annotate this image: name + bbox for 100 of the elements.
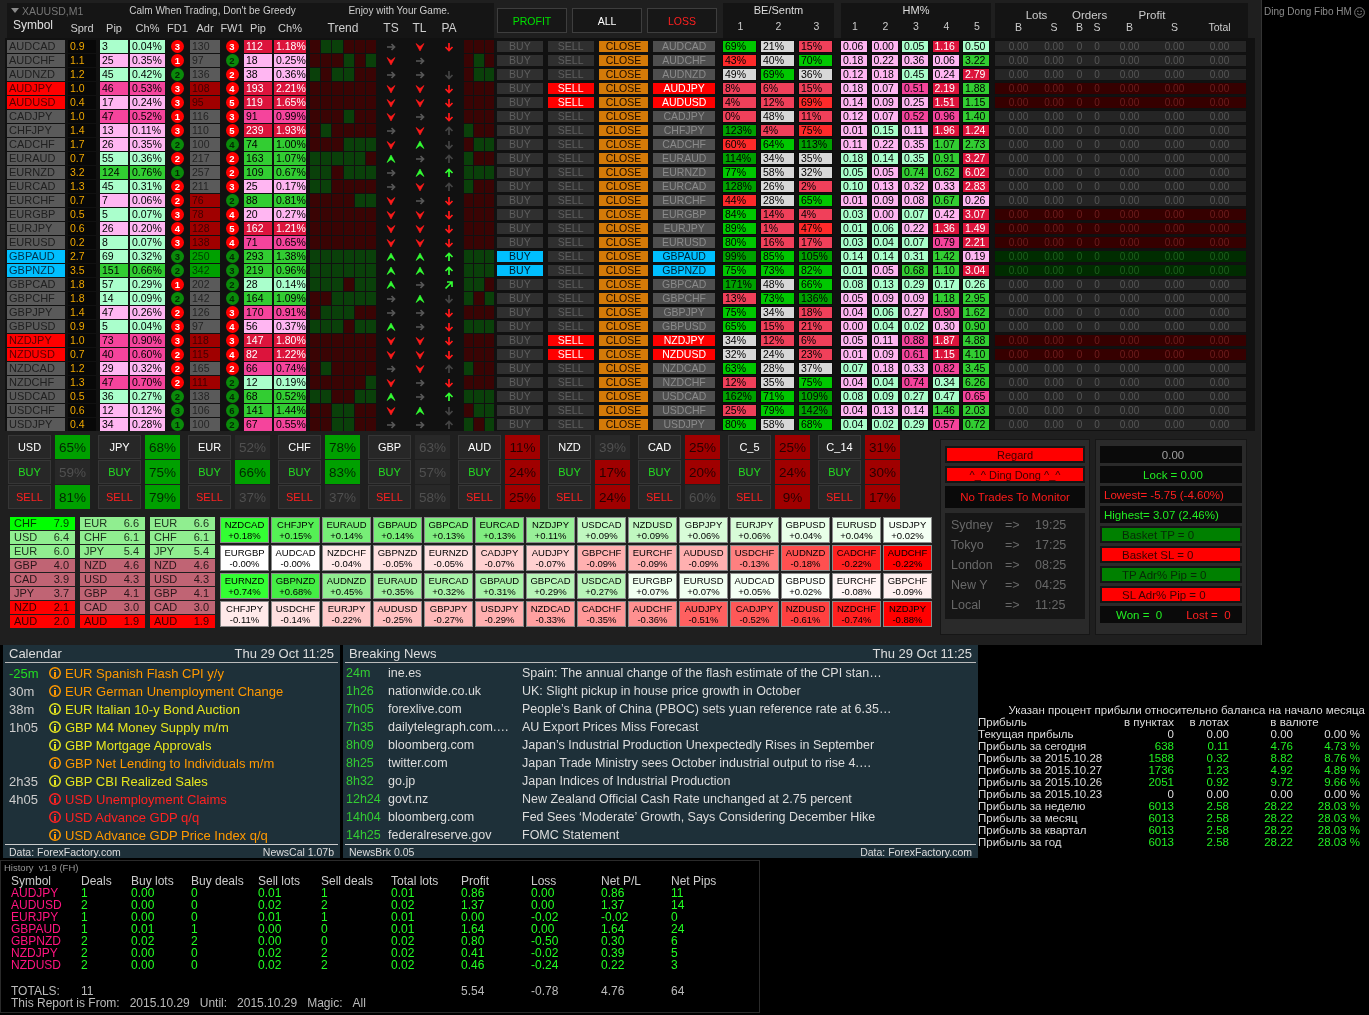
buy-button[interactable]: BUY [98, 460, 141, 484]
pair-button[interactable]: EURJPY [652, 222, 716, 235]
close-button[interactable]: CLOSE [597, 264, 650, 277]
close-button[interactable]: CLOSE [597, 110, 650, 123]
pair-button[interactable]: GBPCHF [652, 292, 716, 305]
sell-button[interactable]: SELL [546, 348, 595, 361]
pair-button[interactable]: AUDNZD [652, 68, 716, 81]
pair-button[interactable]: AUDJPY [652, 82, 716, 95]
caret-icon[interactable] [11, 8, 19, 13]
pair-button[interactable]: AUDCAD [652, 40, 716, 53]
pair-button[interactable]: GBPJPY [652, 306, 716, 319]
buy-button[interactable]: BUY [548, 460, 591, 484]
pair-button[interactable]: USDCHF [652, 404, 716, 417]
buy-button[interactable]: BUY [458, 460, 501, 484]
currency-button[interactable]: JPY [98, 435, 141, 459]
currency-button[interactable]: CHF [278, 435, 321, 459]
column-header: B [1126, 21, 1133, 33]
close-button[interactable]: CLOSE [597, 236, 650, 249]
close-button[interactable]: CLOSE [597, 82, 650, 95]
close-button[interactable]: CLOSE [597, 138, 650, 151]
all-filter-button[interactable]: ALL [572, 8, 642, 33]
sell-button[interactable]: SELL [638, 485, 681, 509]
pair-button[interactable]: NZDCAD [652, 362, 716, 375]
close-button[interactable]: CLOSE [597, 208, 650, 221]
close-button[interactable]: CLOSE [597, 418, 650, 431]
buy-button[interactable]: BUY [638, 460, 681, 484]
buy-button[interactable]: BUY [496, 250, 544, 263]
pair-button[interactable]: EURUSD [652, 236, 716, 249]
close-button[interactable]: CLOSE [597, 68, 650, 81]
pair-button[interactable]: GBPAUD [652, 250, 716, 263]
sell-button[interactable]: SELL [546, 334, 595, 347]
loss-filter-button[interactable]: LOSS [647, 8, 717, 33]
currency-button[interactable]: AUD [458, 435, 501, 459]
sell-button[interactable]: SELL [818, 485, 861, 509]
buy-button[interactable]: BUY [8, 460, 51, 484]
pair-button[interactable]: GBPCAD [652, 278, 716, 291]
pair-button[interactable]: USDJPY [652, 418, 716, 431]
pair-button[interactable]: EURAUD [652, 152, 716, 165]
sell-button[interactable]: SELL [458, 485, 501, 509]
close-button[interactable]: CLOSE [597, 376, 650, 389]
pair-button[interactable]: USDCAD [652, 390, 716, 403]
alert-button[interactable]: Regard [945, 446, 1085, 463]
pair-button[interactable]: EURCHF [652, 194, 716, 207]
close-button[interactable]: CLOSE [597, 390, 650, 403]
currency-button[interactable]: NZD [548, 435, 591, 459]
sell-button[interactable]: SELL [8, 485, 51, 509]
pair-button[interactable]: CADCHF [652, 138, 716, 151]
close-button[interactable]: CLOSE [597, 278, 650, 291]
currency-button[interactable]: EUR [188, 435, 231, 459]
close-button[interactable]: CLOSE [597, 320, 650, 333]
pair-button[interactable]: NZDJPY [652, 334, 716, 347]
buy-button[interactable]: BUY [818, 460, 861, 484]
sell-button[interactable]: SELL [546, 82, 595, 95]
pair-button[interactable]: CADJPY [652, 110, 716, 123]
close-button[interactable]: CLOSE [597, 54, 650, 67]
close-button[interactable]: CLOSE [597, 250, 650, 263]
pair-button[interactable]: EURNZD [652, 166, 716, 179]
pair-button[interactable]: NZDUSD [652, 348, 716, 361]
sell-button[interactable]: SELL [728, 485, 771, 509]
close-button[interactable]: CLOSE [597, 194, 650, 207]
currency-button[interactable]: C_5 [728, 435, 771, 459]
close-button[interactable]: CLOSE [597, 306, 650, 319]
pair-button[interactable]: GBPNZD [652, 264, 716, 277]
currency-button[interactable]: C_14 [818, 435, 861, 459]
close-button[interactable]: CLOSE [597, 404, 650, 417]
buy-button[interactable]: BUY [368, 460, 411, 484]
close-button[interactable]: CLOSE [597, 292, 650, 305]
pair-button[interactable]: NZDCHF [652, 376, 716, 389]
sell-button[interactable]: SELL [278, 485, 321, 509]
currency-button[interactable]: CAD [638, 435, 681, 459]
sell-button[interactable]: SELL [368, 485, 411, 509]
close-button[interactable]: CLOSE [597, 40, 650, 53]
sell-button[interactable]: SELL [546, 96, 595, 109]
close-button[interactable]: CLOSE [597, 152, 650, 165]
buy-button[interactable]: BUY [278, 460, 321, 484]
pair-button[interactable]: CHFJPY [652, 124, 716, 137]
buy-button[interactable]: BUY [188, 460, 231, 484]
buy-button[interactable]: BUY [728, 460, 771, 484]
pair-button[interactable]: EURGBP [652, 208, 716, 221]
close-button[interactable]: CLOSE [597, 166, 650, 179]
spread-value: 0.2 [68, 236, 96, 249]
sell-button[interactable]: SELL [188, 485, 231, 509]
alert-button[interactable]: ^_^ Ding Dong ^_^ [945, 466, 1085, 483]
close-button[interactable]: CLOSE [597, 180, 650, 193]
currency-button[interactable]: GBP [368, 435, 411, 459]
close-button[interactable]: CLOSE [597, 222, 650, 235]
pair-button[interactable]: GBPUSD [652, 320, 716, 333]
close-button[interactable]: CLOSE [597, 362, 650, 375]
pair-button[interactable]: AUDUSD [652, 96, 716, 109]
close-button[interactable]: CLOSE [597, 124, 650, 137]
buy-button[interactable]: BUY [496, 264, 544, 277]
close-button[interactable]: CLOSE [597, 334, 650, 347]
pair-button[interactable]: AUDCHF [652, 54, 716, 67]
currency-button[interactable]: USD [8, 435, 51, 459]
profit-filter-button[interactable]: PROFIT [497, 8, 567, 33]
pair-button[interactable]: EURCAD [652, 180, 716, 193]
sell-button[interactable]: SELL [548, 485, 591, 509]
close-button[interactable]: CLOSE [597, 348, 650, 361]
close-button[interactable]: CLOSE [597, 96, 650, 109]
sell-button[interactable]: SELL [98, 485, 141, 509]
